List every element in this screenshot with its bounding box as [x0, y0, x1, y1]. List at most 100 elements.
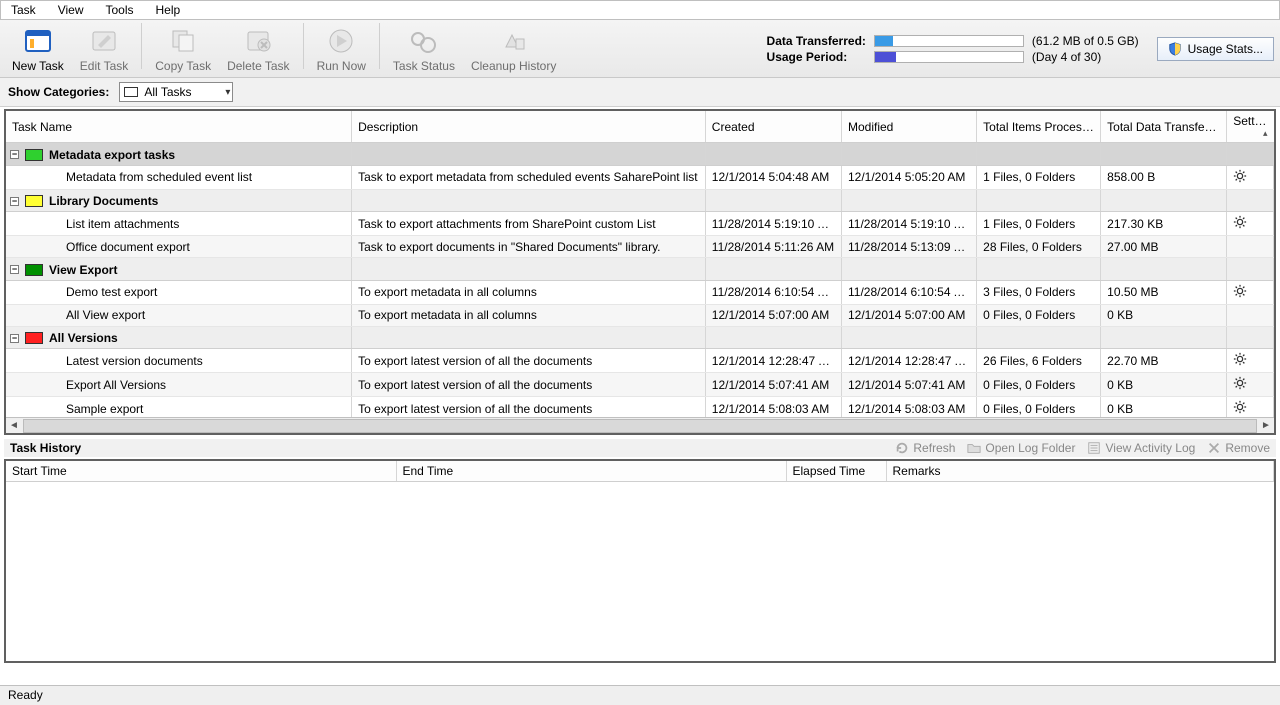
group-row[interactable]: − Library Documents	[6, 189, 1274, 212]
cell-created: 12/1/2014 5:07:41 AM	[705, 373, 841, 397]
copy-task-icon	[167, 25, 199, 57]
run-now-button[interactable]: Run Now	[311, 23, 372, 75]
group-name: Library Documents	[49, 194, 158, 208]
cell-created: 12/1/2014 5:04:48 AM	[705, 165, 841, 189]
collapse-icon[interactable]: −	[10, 265, 19, 274]
refresh-button[interactable]: Refresh	[895, 441, 955, 455]
hist-col-elapsed[interactable]: Elapsed Time	[786, 461, 886, 482]
task-row[interactable]: List item attachmentsTask to export atta…	[6, 212, 1274, 236]
cell-modified: 12/1/2014 12:28:47 AM	[841, 349, 976, 373]
row-settings-button[interactable]	[1227, 349, 1274, 373]
row-settings-button[interactable]	[1227, 165, 1274, 189]
cell-description: To export latest version of all the docu…	[352, 373, 706, 397]
task-row[interactable]: Demo test exportTo export metadata in al…	[6, 280, 1274, 304]
run-now-label: Run Now	[317, 59, 366, 73]
cell-task-name: List item attachments	[6, 212, 352, 236]
col-settings[interactable]: Settings▴	[1227, 111, 1274, 143]
col-task-name[interactable]: Task Name	[6, 111, 352, 143]
open-log-folder-button[interactable]: Open Log Folder	[967, 441, 1075, 455]
cell-modified: 11/28/2014 5:13:09 AM	[841, 236, 976, 258]
grid-header-row: Task Name Description Created Modified T…	[6, 111, 1274, 143]
log-icon	[1087, 441, 1101, 455]
cell-data: 0 KB	[1101, 373, 1227, 397]
copy-task-label: Copy Task	[155, 59, 211, 73]
cell-items: 28 Files, 0 Folders	[977, 236, 1101, 258]
cell-modified: 12/1/2014 5:08:03 AM	[841, 397, 976, 418]
group-row[interactable]: − View Export	[6, 258, 1274, 281]
col-data[interactable]: Total Data Transferred	[1101, 111, 1227, 143]
cell-data: 27.00 MB	[1101, 236, 1227, 258]
task-row[interactable]: Sample exportTo export latest version of…	[6, 397, 1274, 418]
scroll-left-icon[interactable]: ◄	[6, 420, 22, 431]
new-task-icon	[22, 25, 54, 57]
view-activity-log-button[interactable]: View Activity Log	[1087, 441, 1195, 455]
delete-task-button[interactable]: Delete Task	[221, 23, 295, 75]
usage-stats-button[interactable]: Usage Stats...	[1157, 37, 1274, 61]
scroll-right-icon[interactable]: ►	[1258, 420, 1274, 431]
task-row[interactable]: Office document exportTask to export doc…	[6, 236, 1274, 258]
horizontal-scrollbar[interactable]: ◄ ►	[6, 417, 1274, 433]
cell-data: 22.70 MB	[1101, 349, 1227, 373]
row-settings-button[interactable]	[1227, 236, 1274, 258]
row-settings-button[interactable]	[1227, 397, 1274, 418]
category-swatch-icon	[124, 87, 138, 97]
new-task-label: New Task	[12, 59, 64, 73]
category-color-icon	[25, 332, 43, 344]
category-select[interactable]: All Tasks ▾	[119, 82, 233, 102]
row-settings-button[interactable]	[1227, 304, 1274, 326]
cell-data: 217.30 KB	[1101, 212, 1227, 236]
cell-created: 11/28/2014 6:10:54 AM	[705, 280, 841, 304]
cell-description: To export metadata in all columns	[352, 280, 706, 304]
stats-panel: Data Transferred: (61.2 MB of 0.5 GB) Us…	[767, 34, 1274, 64]
cell-items: 26 Files, 6 Folders	[977, 349, 1101, 373]
hist-col-end[interactable]: End Time	[396, 461, 786, 482]
remove-icon	[1207, 441, 1221, 455]
usage-period-label: Usage Period:	[767, 50, 866, 64]
group-row[interactable]: − All Versions	[6, 326, 1274, 349]
col-description[interactable]: Description	[352, 111, 706, 143]
row-settings-button[interactable]	[1227, 373, 1274, 397]
show-categories-label: Show Categories:	[8, 85, 109, 99]
task-history-grid: Start Time End Time Elapsed Time Remarks	[4, 459, 1276, 663]
delete-task-icon	[242, 25, 274, 57]
cell-items: 3 Files, 0 Folders	[977, 280, 1101, 304]
menu-view[interactable]: View	[56, 2, 86, 18]
row-settings-button[interactable]	[1227, 280, 1274, 304]
col-created[interactable]: Created	[705, 111, 841, 143]
scroll-track[interactable]	[23, 419, 1257, 433]
chevron-up-icon: ▴	[1263, 128, 1268, 139]
delete-task-label: Delete Task	[227, 59, 289, 73]
edit-task-button[interactable]: Edit Task	[74, 23, 134, 75]
menu-help[interactable]: Help	[154, 2, 183, 18]
task-row[interactable]: Metadata from scheduled event listTask t…	[6, 165, 1274, 189]
menu-tools[interactable]: Tools	[103, 2, 135, 18]
cell-items: 0 Files, 0 Folders	[977, 304, 1101, 326]
col-items[interactable]: Total Items Processed	[977, 111, 1101, 143]
task-status-icon	[408, 25, 440, 57]
group-row[interactable]: − Metadata export tasks	[6, 143, 1274, 166]
cell-task-name: Sample export	[6, 397, 352, 418]
cell-task-name: Latest version documents	[6, 349, 352, 373]
task-row[interactable]: Latest version documentsTo export latest…	[6, 349, 1274, 373]
task-history-bar: Task History Refresh Open Log Folder Vie…	[4, 439, 1276, 457]
copy-task-button[interactable]: Copy Task	[149, 23, 217, 75]
col-modified[interactable]: Modified	[841, 111, 976, 143]
remove-button[interactable]: Remove	[1207, 441, 1270, 455]
collapse-icon[interactable]: −	[10, 334, 19, 343]
task-status-button[interactable]: Task Status	[387, 23, 461, 75]
status-text: Ready	[8, 688, 43, 702]
collapse-icon[interactable]: −	[10, 150, 19, 159]
cleanup-history-button[interactable]: Cleanup History	[465, 23, 562, 75]
task-row[interactable]: Export All VersionsTo export latest vers…	[6, 373, 1274, 397]
row-settings-button[interactable]	[1227, 212, 1274, 236]
cell-description: To export metadata in all columns	[352, 304, 706, 326]
hist-col-remarks[interactable]: Remarks	[886, 461, 1274, 482]
category-bar: Show Categories: All Tasks ▾	[0, 78, 1280, 107]
collapse-icon[interactable]: −	[10, 197, 19, 206]
cell-data: 858.00 B	[1101, 165, 1227, 189]
menu-task[interactable]: Task	[9, 2, 38, 18]
task-row[interactable]: All View exportTo export metadata in all…	[6, 304, 1274, 326]
cell-task-name: Export All Versions	[6, 373, 352, 397]
hist-col-start[interactable]: Start Time	[6, 461, 396, 482]
new-task-button[interactable]: New Task	[6, 23, 70, 75]
